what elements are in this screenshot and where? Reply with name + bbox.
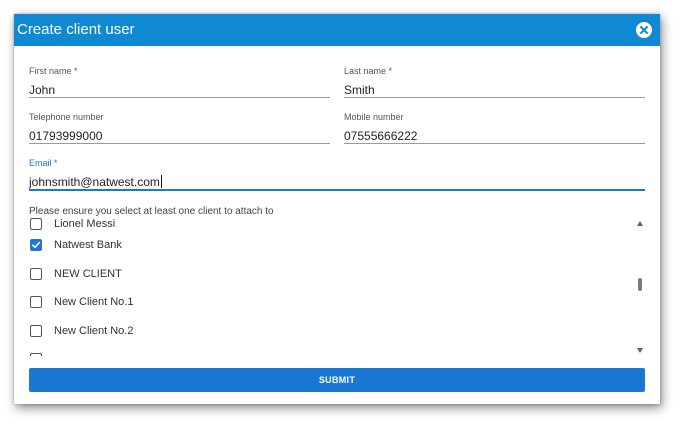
checkbox-checked[interactable] — [30, 239, 42, 251]
close-button[interactable] — [636, 22, 652, 38]
client-item-label: NEW CLIENT — [54, 268, 122, 280]
last-name-underline — [344, 97, 645, 98]
scrollbar-thumb[interactable] — [638, 278, 642, 291]
telephone-underline — [29, 143, 330, 144]
client-list[interactable]: Lionel Messi Natwest Bank NEW CLIENT New… — [22, 218, 650, 356]
email-field[interactable]: Email * johnsmith@natwest.com — [29, 158, 645, 191]
first-name-input[interactable]: John — [29, 82, 330, 98]
close-icon — [640, 26, 648, 34]
checkbox[interactable] — [30, 325, 42, 337]
checkmark-icon — [31, 241, 41, 249]
first-name-underline — [29, 97, 330, 98]
client-item-new-client-no2[interactable]: New Client No.2 — [30, 321, 133, 341]
last-name-label: Last name * — [344, 66, 393, 76]
mobile-underline — [344, 143, 645, 144]
email-label: Email * — [29, 158, 58, 168]
telephone-input[interactable]: 01793999000 — [29, 128, 330, 144]
email-value: johnsmith@natwest.com — [29, 175, 160, 189]
last-name-field[interactable]: Last name * Smith — [344, 66, 645, 98]
last-name-input[interactable]: Smith — [344, 82, 645, 98]
client-item-partial[interactable] — [30, 349, 42, 356]
client-item-label: Lionel Messi — [54, 218, 116, 230]
arrow-up-icon[interactable] — [637, 221, 643, 226]
dialog-header: Create client user — [14, 14, 660, 46]
checkbox[interactable] — [30, 353, 42, 356]
client-item-new-client[interactable]: NEW CLIENT — [30, 264, 122, 284]
email-input[interactable]: johnsmith@natwest.com — [29, 174, 645, 190]
client-item-new-client-no1[interactable]: New Client No.1 — [30, 292, 133, 312]
clients-hint: Please ensure you select at least one cl… — [29, 206, 274, 217]
client-item-label: New Client No.2 — [54, 325, 134, 337]
create-client-user-dialog: Create client user First name * John Las… — [14, 14, 660, 404]
email-underline — [29, 189, 645, 191]
telephone-field[interactable]: Telephone number 01793999000 — [29, 112, 330, 144]
first-name-field[interactable]: First name * John — [29, 66, 330, 98]
client-item-label: New Client No.1 — [54, 296, 134, 308]
checkbox[interactable] — [30, 218, 42, 230]
mobile-label: Mobile number — [344, 112, 404, 122]
client-item-lionel-messi[interactable]: Lionel Messi — [30, 218, 115, 234]
mobile-input[interactable]: 07555666222 — [344, 128, 645, 144]
checkbox[interactable] — [30, 268, 42, 280]
first-name-label: First name * — [29, 66, 78, 76]
checkbox[interactable] — [30, 296, 42, 308]
text-caret — [160, 175, 162, 188]
submit-button[interactable]: SUBMIT — [29, 368, 645, 392]
client-item-natwest-bank[interactable]: Natwest Bank — [30, 235, 122, 255]
arrow-down-icon[interactable] — [637, 348, 643, 353]
telephone-label: Telephone number — [29, 112, 104, 122]
dialog-title: Create client user — [17, 21, 135, 38]
mobile-field[interactable]: Mobile number 07555666222 — [344, 112, 645, 144]
client-item-label: Natwest Bank — [54, 239, 122, 251]
client-list-scrollbar[interactable] — [634, 218, 646, 356]
